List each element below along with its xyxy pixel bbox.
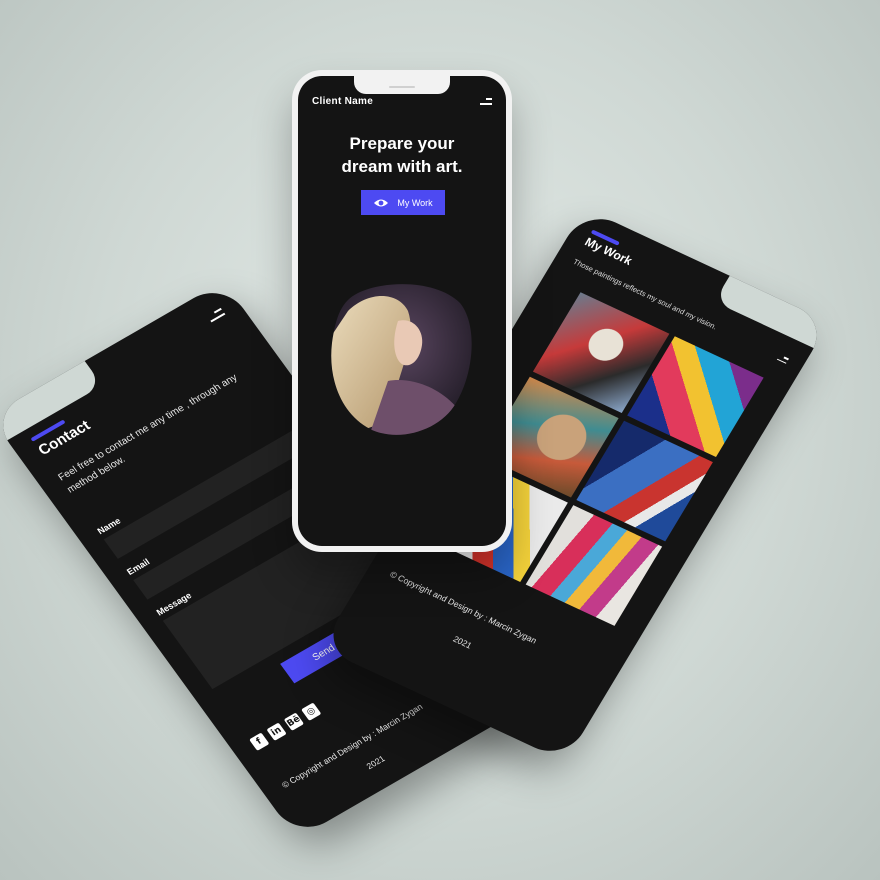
hero-portrait-image: [331, 284, 472, 435]
menu-icon[interactable]: [775, 354, 790, 366]
phone-notch: [354, 76, 450, 94]
speaker-grille: [389, 86, 415, 88]
linkedin-icon[interactable]: in: [266, 722, 287, 741]
phone-notch: [714, 267, 830, 353]
menu-icon[interactable]: [480, 98, 492, 108]
home-phone: Client Name Prepare your dream with art.…: [292, 70, 512, 552]
social-links: f in Bē ◎: [249, 702, 322, 751]
menu-icon[interactable]: [207, 307, 228, 326]
client-name[interactable]: Client Name: [312, 96, 373, 107]
hero-headline: Prepare your dream with art.: [298, 132, 506, 178]
facebook-icon[interactable]: f: [249, 732, 270, 751]
instagram-icon[interactable]: ◎: [301, 702, 322, 721]
copyright-year: 2021: [364, 753, 387, 772]
my-work-label: My Work: [397, 197, 433, 208]
behance-icon[interactable]: Bē: [283, 712, 305, 731]
eye-icon: [374, 199, 389, 206]
copyright-year: 2021: [451, 633, 474, 651]
my-work-button[interactable]: My Work: [361, 190, 445, 215]
home-screen: Client Name Prepare your dream with art.…: [298, 76, 506, 546]
copyright-text: © Copyright and Design by : Marcin Zygan: [388, 569, 539, 646]
headline-line-1: Prepare your: [349, 134, 455, 153]
headline-line-2: dream with art.: [341, 157, 463, 176]
